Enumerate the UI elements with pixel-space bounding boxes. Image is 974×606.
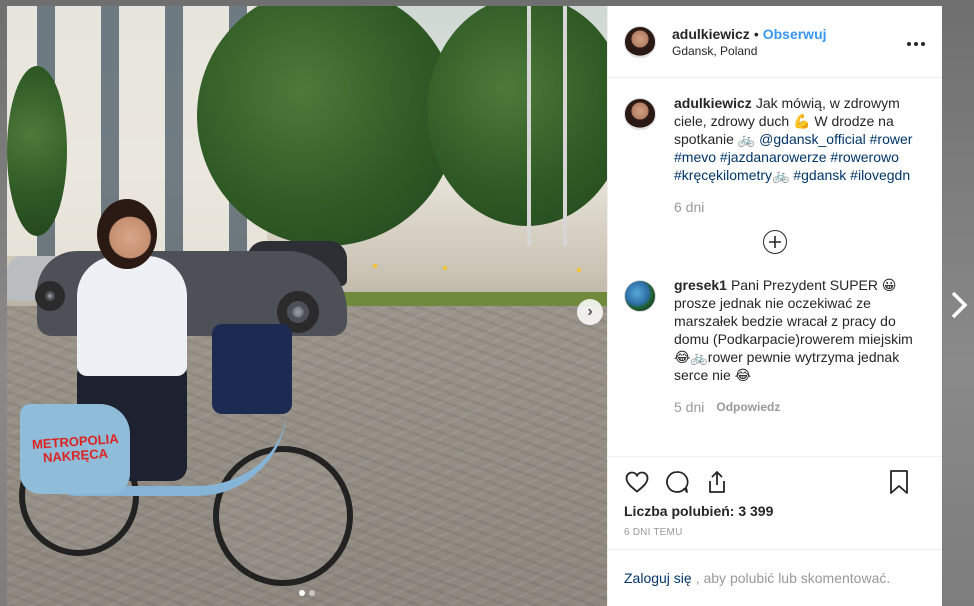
person (97, 199, 157, 269)
sign (577, 268, 581, 272)
caption: adulkiewicz Jak mówią, w zdrowym ciele, z… (624, 94, 926, 216)
bike-panel: METROPOLIA NAKRĘCA (20, 404, 130, 494)
post-side-panel: adulkiewicz • Obserwuj Gdansk, Poland ad… (607, 6, 942, 606)
post-header-line: adulkiewicz • Obserwuj (672, 26, 906, 42)
location-link[interactable]: Gdansk, Poland (672, 44, 906, 58)
comment-body: gresek1 Pani Prezydent SUPER 😀 prosze jed… (674, 276, 924, 416)
likes-count[interactable]: Liczba polubień: 3 399 (624, 503, 926, 519)
sign (443, 266, 447, 270)
chevron-right-icon[interactable]: › (577, 299, 603, 325)
post-actions: Liczba polubień: 3 399 6 DNI TEMU (608, 456, 942, 549)
reply-button[interactable]: Odpowiedz (716, 398, 780, 416)
comment-time[interactable]: 5 dni (674, 398, 704, 416)
post-time[interactable]: 6 DNI TEMU (624, 527, 926, 538)
bookmark-icon[interactable] (886, 469, 912, 495)
carousel-dots (299, 590, 315, 596)
comment-icon[interactable] (664, 469, 690, 495)
heart-icon[interactable] (624, 469, 650, 495)
separator: • (753, 25, 759, 42)
mention-link[interactable]: @gdansk_official (759, 131, 866, 147)
chevron-right-icon[interactable] (944, 285, 974, 325)
avatar[interactable] (624, 280, 656, 312)
avatar[interactable] (624, 98, 656, 130)
comment-username[interactable]: gresek1 (674, 277, 727, 293)
more-options-icon[interactable] (906, 31, 926, 52)
username-link[interactable]: adulkiewicz (672, 26, 750, 42)
sign (373, 264, 377, 268)
post-header: adulkiewicz • Obserwuj Gdansk, Poland (608, 6, 942, 78)
person (77, 256, 187, 376)
flagpole (563, 6, 567, 246)
post-header-text: adulkiewicz • Obserwuj Gdansk, Poland (672, 26, 906, 58)
caption-meta: 6 dni (674, 198, 924, 216)
carousel-dot (309, 590, 315, 596)
comment-meta: 5 dni Odpowiedz (674, 398, 924, 416)
action-icons (624, 467, 926, 497)
comments-section: adulkiewicz Jak mówią, w zdrowym ciele, z… (608, 78, 942, 456)
flagpole (527, 6, 531, 246)
caption-username[interactable]: adulkiewicz (674, 95, 752, 111)
bike-basket (212, 324, 292, 414)
comment: gresek1 Pani Prezydent SUPER 😀 prosze jed… (624, 276, 926, 416)
avatar[interactable] (624, 25, 656, 58)
post-photo[interactable]: METROPOLIA NAKRĘCA › (7, 6, 607, 606)
bike-panel-text: NAKRĘCA (42, 445, 108, 466)
follow-button[interactable]: Obserwuj (763, 26, 827, 42)
plus-circle-icon[interactable] (763, 230, 787, 254)
share-icon[interactable] (704, 469, 730, 495)
carousel-dot (299, 590, 305, 596)
tree (427, 6, 607, 226)
login-prompt: Zaloguj się, aby polubić lub skomentować… (608, 549, 942, 606)
caption-body: adulkiewicz Jak mówią, w zdrowym ciele, z… (674, 94, 924, 216)
tree (7, 66, 67, 236)
car-wheel (35, 281, 65, 311)
login-rest: , aby polubić lub skomentować. (695, 570, 891, 586)
login-link[interactable]: Zaloguj się (624, 570, 692, 586)
caption-time[interactable]: 6 dni (674, 198, 704, 216)
